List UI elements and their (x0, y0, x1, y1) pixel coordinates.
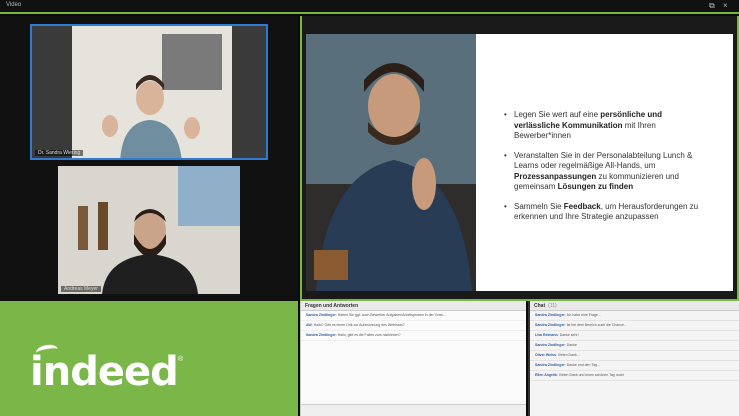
slide-bullet-2: Veranstalten Sie in der Personalabteilun… (504, 151, 704, 193)
chat-message: Ellen Angelik: Vielen Dank und einen sch… (530, 371, 739, 381)
qa-item[interactable]: AW: Hallo? Gibt es einen Link zur Aufzei… (301, 321, 526, 331)
brand-panel: indeed ® (0, 301, 298, 416)
window-title: Video (6, 2, 22, 8)
chat-message: Sandra Zindlinger: Ich habe eine Frage..… (530, 311, 739, 321)
zoom-webinar-window: Video ⧉ × Dr. Sandra Wiering Andreas Mey… (0, 0, 739, 416)
qa-item[interactable]: Sandra Zindlinger: Hallo, gibt es die Fo… (301, 331, 526, 341)
participant-name-2: Andreas Meyer (61, 286, 101, 292)
qa-panel: Fragen und Antworten Sandra Zindlinger: … (300, 301, 526, 416)
chat-count: (11) (548, 303, 557, 309)
chat-header: Chat (11) (530, 301, 739, 311)
video-gallery: Dr. Sandra Wiering Andreas Meyer (0, 16, 298, 301)
presentation-slide: Legen Sie wert auf eine persönliche und … (306, 34, 733, 291)
chat-message: Lisa Reimann: Danke sehr! (530, 331, 739, 341)
close-icon[interactable]: × (723, 1, 728, 10)
chat-panel: Chat (11) Sandra Zindlinger: Ich habe ein… (528, 301, 739, 416)
participant-video-frame (58, 166, 240, 294)
title-bar: Video ⧉ × (0, 0, 739, 14)
shared-screen: Legen Sie wert auf eine persönliche und … (300, 16, 739, 301)
video-tile-speaker[interactable]: Dr. Sandra Wiering (30, 24, 268, 160)
slide-photo (306, 34, 476, 291)
chat-message: Sandra Zindlinger: Danke (530, 341, 739, 351)
chat-message: Oliver Weiss: Vielen Dank... (530, 351, 739, 361)
qa-item[interactable]: Sandra Zindlinger: Haben Sie ggf. auch B… (301, 311, 526, 321)
slide-bullet-3: Sammeln Sie Feedback, um Herausforderung… (504, 202, 704, 223)
qa-input[interactable] (301, 404, 526, 416)
participant-name-1: Dr. Sandra Wiering (35, 150, 84, 156)
slide-bullet-1: Legen Sie wert auf eine persönliche und … (504, 110, 704, 142)
slide-bullet-list: Legen Sie wert auf eine persönliche und … (504, 110, 704, 232)
chat-message: Sandra Zindlinger: Ist bei dem Bereich a… (530, 321, 739, 331)
registered-mark: ® (178, 356, 184, 363)
speaker-video-frame (32, 26, 266, 158)
chat-message: Sandra Zindlinger: Danke und den Tag... (530, 361, 739, 371)
qa-header: Fragen und Antworten (301, 301, 526, 311)
restore-icon[interactable]: ⧉ (709, 1, 715, 11)
indeed-logo: indeed (30, 349, 179, 395)
video-tile-participant[interactable]: Andreas Meyer (58, 166, 240, 294)
